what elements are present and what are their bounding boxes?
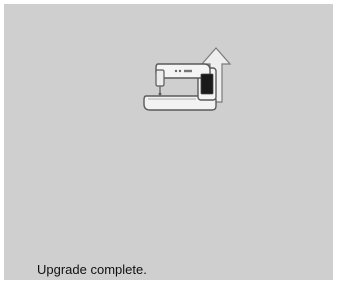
status-message: Upgrade complete. [37,262,147,277]
sewing-machine-upgrade-icon [143,47,232,111]
sewing-machine-icon [143,63,217,111]
upgrade-screen: Upgrade complete. [4,4,333,280]
